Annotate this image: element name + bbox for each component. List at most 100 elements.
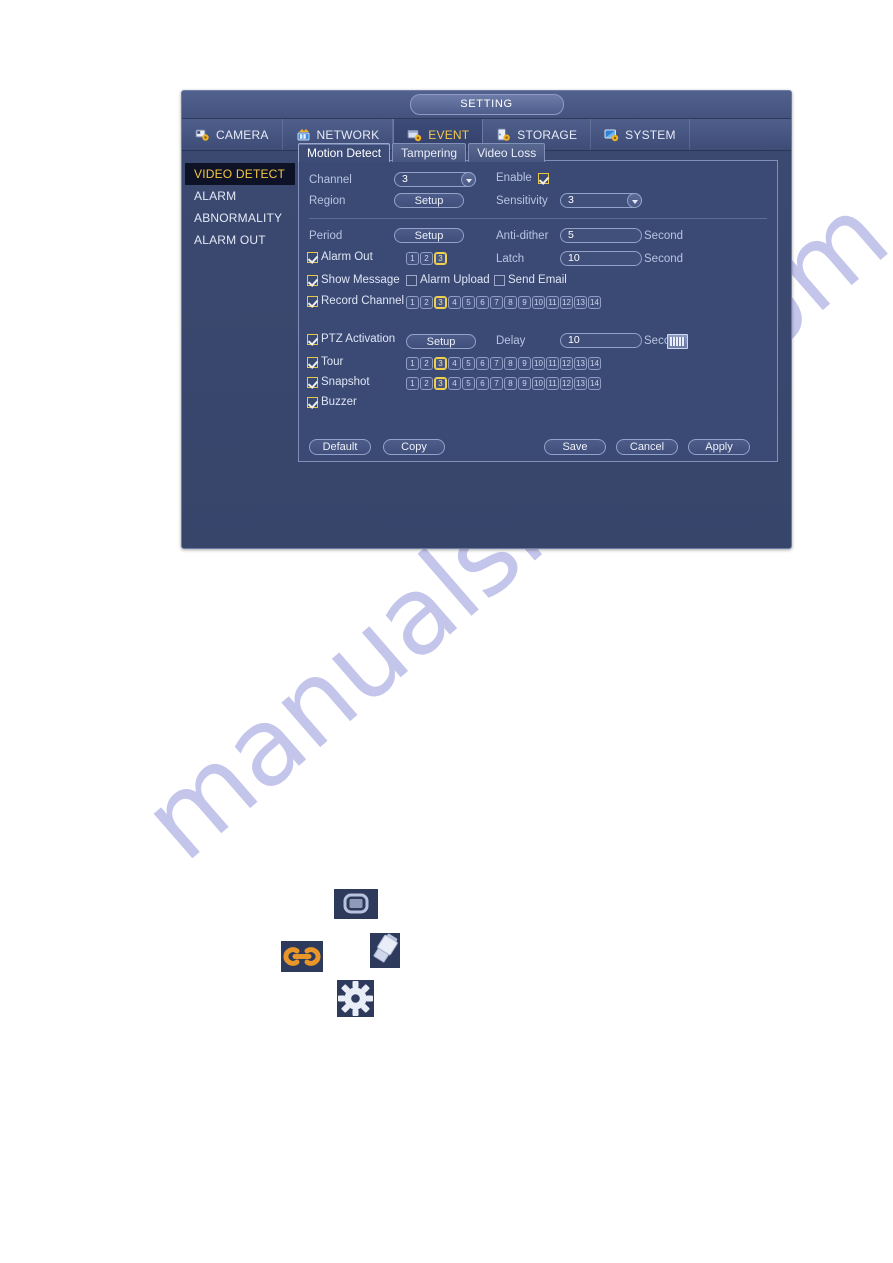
record-channel-chip-10[interactable]: 10 <box>532 296 545 309</box>
tour-chip-6[interactable]: 6 <box>476 357 489 370</box>
tour-chip-13[interactable]: 13 <box>574 357 587 370</box>
snapshot-chip-10[interactable]: 10 <box>532 377 545 390</box>
sidebar: VIDEO DETECT ALARM ABNORMALITY ALARM OUT <box>182 151 296 549</box>
system-gear-icon <box>604 128 620 142</box>
camera-icon-tile <box>370 933 400 968</box>
sidebar-item-alarm-out[interactable]: ALARM OUT <box>182 229 296 251</box>
snapshot-chip-1[interactable]: 1 <box>406 377 419 390</box>
ptz-activation-checkbox[interactable] <box>307 333 318 345</box>
send-email-checkbox[interactable] <box>494 274 505 286</box>
tour-checkbox[interactable] <box>307 356 318 368</box>
sidebar-item-video-detect[interactable]: VIDEO DETECT <box>185 163 295 185</box>
tab-video-loss[interactable]: Video Loss <box>468 143 546 162</box>
alarm-upload-label: Alarm Upload <box>420 274 490 286</box>
delay-input[interactable]: 10 <box>560 333 642 348</box>
record-channel-chip-12[interactable]: 12 <box>560 296 573 309</box>
sensitivity-label: Sensitivity <box>496 194 548 207</box>
tour-chip-5[interactable]: 5 <box>462 357 475 370</box>
tour-chip-1[interactable]: 1 <box>406 357 419 370</box>
record-channel-chip-3[interactable]: 3 <box>434 296 447 309</box>
snapshot-chip-14[interactable]: 14 <box>588 377 601 390</box>
buzzer-label: Buzzer <box>321 396 357 408</box>
tour-chip-11[interactable]: 11 <box>546 357 559 370</box>
menu-item-camera[interactable]: CAMERA <box>182 119 283 150</box>
tour-chip-2[interactable]: 2 <box>420 357 433 370</box>
snapshot-checkbox[interactable] <box>307 376 318 388</box>
snapshot-chip-13[interactable]: 13 <box>574 377 587 390</box>
record-channel-label: Record Channel <box>321 295 405 307</box>
default-button[interactable]: Default <box>309 439 371 455</box>
buzzer-checkbox[interactable] <box>307 396 318 408</box>
sidebar-label-alarm-out: ALARM OUT <box>194 233 266 247</box>
record-channel-chip-1[interactable]: 1 <box>406 296 419 309</box>
snapshot-chip-7[interactable]: 7 <box>490 377 503 390</box>
save-button[interactable]: Save <box>544 439 606 455</box>
anti-dither-input[interactable]: 5 <box>560 228 642 243</box>
channel-value: 3 <box>402 173 408 185</box>
alarm-out-chip-2[interactable]: 2 <box>420 252 433 265</box>
record-channel-chip-8[interactable]: 8 <box>504 296 517 309</box>
chain-link-icon <box>283 947 321 966</box>
send-email-label: Send Email <box>508 274 567 286</box>
snapshot-chip-6[interactable]: 6 <box>476 377 489 390</box>
snapshot-chip-11[interactable]: 11 <box>546 377 559 390</box>
show-message-checkbox[interactable] <box>307 274 318 286</box>
record-channel-chip-14[interactable]: 14 <box>588 296 601 309</box>
menu-label-camera: CAMERA <box>216 127 269 142</box>
record-channel-chip-11[interactable]: 11 <box>546 296 559 309</box>
chevron-down-icon[interactable] <box>627 193 642 208</box>
snapshot-chip-3[interactable]: 3 <box>434 377 447 390</box>
tour-chip-8[interactable]: 8 <box>504 357 517 370</box>
enable-checkbox[interactable] <box>537 172 549 184</box>
tour-chip-3[interactable]: 3 <box>434 357 447 370</box>
snapshot-chip-4[interactable]: 4 <box>448 377 461 390</box>
snapshot-chip-8[interactable]: 8 <box>504 377 517 390</box>
snapshot-chip-2[interactable]: 2 <box>420 377 433 390</box>
latch-input[interactable]: 10 <box>560 251 642 266</box>
tab-motion-detect[interactable]: Motion Detect <box>298 143 391 162</box>
keyboard-icon[interactable] <box>667 334 688 349</box>
snapshot-chip-9[interactable]: 9 <box>518 377 531 390</box>
latch-label: Latch <box>496 252 525 265</box>
menu-label-storage: STORAGE <box>517 127 578 142</box>
snapshot-chip-12[interactable]: 12 <box>560 377 573 390</box>
record-channel-chip-5[interactable]: 5 <box>462 296 475 309</box>
tour-chip-9[interactable]: 9 <box>518 357 531 370</box>
tour-chip-4[interactable]: 4 <box>448 357 461 370</box>
anti-dither-unit: Second <box>644 229 684 242</box>
sidebar-item-alarm[interactable]: ALARM <box>182 185 296 207</box>
ptz-setup-button[interactable]: Setup <box>406 334 476 349</box>
period-setup-button[interactable]: Setup <box>394 228 464 243</box>
tab-tampering[interactable]: Tampering <box>392 143 467 162</box>
copy-button[interactable]: Copy <box>383 439 445 455</box>
tour-chip-10[interactable]: 10 <box>532 357 545 370</box>
tour-chip-14[interactable]: 14 <box>588 357 601 370</box>
record-channel-chip-13[interactable]: 13 <box>574 296 587 309</box>
tour-chip-7[interactable]: 7 <box>490 357 503 370</box>
alarm-out-chip-3[interactable]: 3 <box>434 252 447 265</box>
tour-chip-12[interactable]: 12 <box>560 357 573 370</box>
apply-button[interactable]: Apply <box>688 439 750 455</box>
record-channel-chip-6[interactable]: 6 <box>476 296 489 309</box>
record-channel-chip-9[interactable]: 9 <box>518 296 531 309</box>
screen-icon <box>343 893 369 914</box>
anti-dither-label: Anti-dither <box>496 229 549 242</box>
alarm-out-chip-1[interactable]: 1 <box>406 252 419 265</box>
record-channel-chip-7[interactable]: 7 <box>490 296 503 309</box>
menu-label-system: SYSTEM <box>625 127 676 142</box>
snapshot-chip-5[interactable]: 5 <box>462 377 475 390</box>
sensitivity-select[interactable]: 3 <box>560 193 642 208</box>
channel-select[interactable]: 3 <box>394 172 476 187</box>
chain-link-icon-tile <box>281 941 323 972</box>
tab-label-video-loss: Video Loss <box>477 146 537 160</box>
cancel-button[interactable]: Cancel <box>616 439 678 455</box>
record-channel-chip-2[interactable]: 2 <box>420 296 433 309</box>
alarm-out-checkbox[interactable] <box>307 251 318 263</box>
screen-icon-tile <box>334 889 378 919</box>
alarm-upload-checkbox[interactable] <box>406 274 417 286</box>
record-channel-chip-4[interactable]: 4 <box>448 296 461 309</box>
chevron-down-icon[interactable] <box>461 172 476 187</box>
region-setup-button[interactable]: Setup <box>394 193 464 208</box>
sidebar-item-abnormality[interactable]: ABNORMALITY <box>182 207 296 229</box>
record-channel-checkbox[interactable] <box>307 295 318 307</box>
